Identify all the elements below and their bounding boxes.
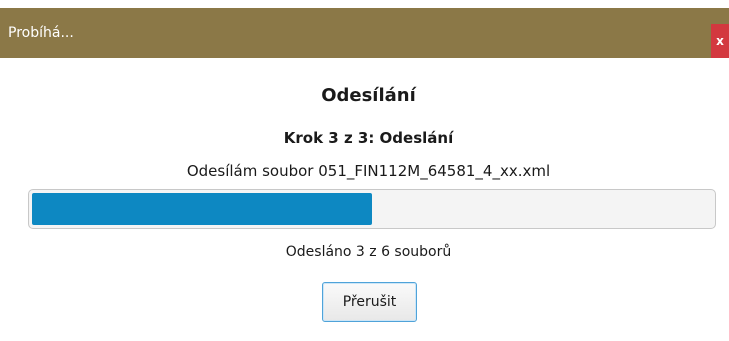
abort-button[interactable]: Přerušit — [322, 282, 417, 322]
progress-dialog-window: Probíhá... x Odesílání Krok 3 z 3: Odesl… — [0, 0, 729, 341]
progress-bar — [28, 189, 716, 229]
dialog-content: Odesílání Krok 3 z 3: Odeslání Odesílám … — [8, 58, 729, 341]
window-titlebar[interactable]: Probíhá... x — [0, 8, 729, 58]
progress-bar-fill — [32, 193, 372, 225]
dialog-heading: Odesílání — [321, 85, 416, 106]
files-sent-counter: Odesláno 3 z 6 souborů — [285, 244, 452, 260]
close-button[interactable]: x — [711, 24, 729, 58]
window-title: Probíhá... — [8, 25, 74, 41]
file-status-text: Odesílám soubor 051_FIN112M_64581_4_xx.x… — [186, 162, 551, 180]
step-label: Krok 3 z 3: Odeslání — [283, 129, 454, 147]
close-icon: x — [716, 34, 724, 48]
